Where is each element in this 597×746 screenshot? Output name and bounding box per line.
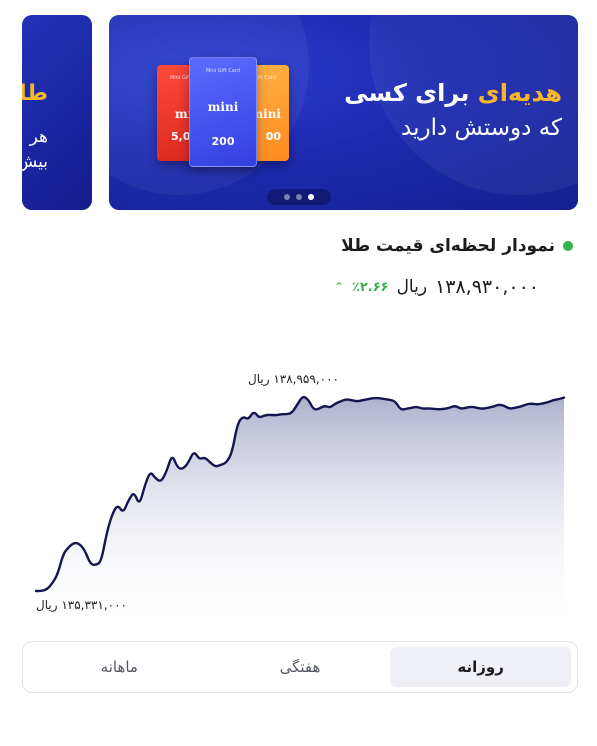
chart-title: نمودار لحظه‌ای قیمت طلا (341, 236, 555, 256)
period-tabs: روزانه هفتگی ماهانه (22, 641, 578, 693)
carousel-dot-active[interactable] (308, 194, 314, 200)
gold-price-chart[interactable]: ۱۳۸,۹۵۹,۰۰۰ ریال ۱۳۵,۳۳۱,۰۰۰ ریال (0, 300, 597, 630)
gift-card-blue: Mini Gift Card mini 200 (189, 57, 257, 167)
live-indicator-dot (563, 241, 573, 251)
chart-area-fill (36, 397, 564, 630)
current-price-value: ۱۳۸,۹۳۰,۰۰۰ (435, 276, 539, 298)
chevron-up-icon: ⌃ (333, 280, 344, 294)
current-price-unit: ریال (396, 277, 428, 297)
promo-banner-gift-card[interactable]: Mini Gift Card mini 5,0 Mini Gift Card m… (109, 15, 578, 210)
tab-weekly[interactable]: هفتگی (210, 647, 391, 687)
current-price-row: ۱۳۸,۹۳۰,۰۰۰ ریال ٪۲.۶۶ ⌃ (334, 276, 539, 298)
carousel-dot[interactable] (284, 194, 290, 200)
chart-svg (34, 395, 566, 630)
banner-title-highlight: هدیه‌ای (477, 79, 562, 107)
banner-secondary-line-1: هر (29, 127, 48, 147)
promo-banner-secondary[interactable]: طلا هر بیش (22, 15, 92, 210)
tab-monthly[interactable]: ماهانه (29, 647, 210, 687)
carousel-dot[interactable] (296, 194, 302, 200)
chart-header: نمودار لحظه‌ای قیمت طلا (341, 236, 573, 256)
banner-secondary-line-2: بیش (22, 152, 48, 172)
price-change-percent: ٪۲.۶۶ (351, 279, 389, 295)
banner-secondary-title: طلا (22, 81, 48, 106)
banner-title-rest: برای کسی (344, 79, 478, 107)
tab-daily[interactable]: روزانه (390, 647, 571, 687)
chart-min-label: ۱۳۵,۳۳۱,۰۰۰ ریال (36, 598, 127, 612)
banner-subtitle: که دوستش دارید (401, 115, 562, 141)
carousel-indicator (267, 189, 331, 205)
banner-title: هدیه‌ای برای کسی (344, 79, 562, 107)
chart-max-label: ۱۳۸,۹۵۹,۰۰۰ ریال (248, 372, 339, 386)
